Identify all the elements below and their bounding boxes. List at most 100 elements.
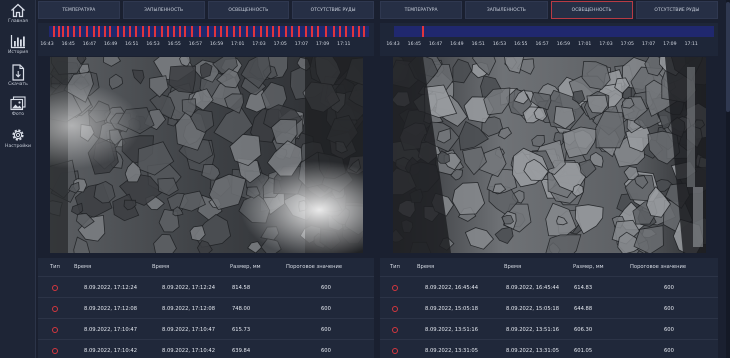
timeline-event-marker[interactable] [93,26,95,37]
timeline-event-marker[interactable] [352,26,354,37]
timeline-event-marker[interactable] [333,26,335,37]
table-row[interactable]: 8.09.2022, 13:31:05 8.09.2022, 13:31:05 60… [380,342,718,358]
table-row[interactable]: 8.09.2022, 17:10:47 8.09.2022, 17:10:47 61… [38,321,374,340]
timeline-event-marker[interactable] [129,26,131,37]
timeline-event-marker[interactable] [199,26,201,37]
col-time-2: Время [152,264,170,270]
timeline-event-marker[interactable] [291,26,293,37]
timeline-event-marker[interactable] [260,26,262,37]
right-tab-bar: Температура Запыленность Освещенность От… [380,1,718,19]
timeline-event-marker[interactable] [339,26,341,37]
threshold-cell: 600 [321,348,331,354]
nav-label-photo: Фото [11,112,25,117]
left-tab-dust[interactable]: Запыленность [122,1,205,19]
timeline-tick-label: 16:45 [61,42,75,47]
scrollbar-thumb[interactable] [726,2,730,112]
timeline-event-marker[interactable] [325,26,327,37]
table-row[interactable]: 8.09.2022, 16:45:44 8.09.2022, 16:45:44 61… [380,279,718,298]
timeline-event-marker[interactable] [173,26,175,37]
timeline-event-marker[interactable] [73,26,75,37]
right-tab-no-ore[interactable]: Отсутствие руды [635,1,718,19]
timeline-event-marker[interactable] [220,26,222,37]
timeline-tick-label: 17:01 [578,42,592,47]
document-download-icon [12,64,25,81]
timeline-event-marker[interactable] [191,26,193,37]
timeline-event-marker[interactable] [109,26,111,37]
timeline-event-marker[interactable] [117,26,119,37]
left-tab-no-ore[interactable]: Отсутствие руды [292,1,374,19]
time-end-cell: 8.09.2022, 17:10:47 [162,327,215,333]
timeline-event-marker[interactable] [311,26,313,37]
right-tab-temperature[interactable]: Температура [380,1,463,19]
timeline-event-marker[interactable] [58,26,60,37]
right-tab-illumination[interactable]: Освещенность [550,1,633,19]
timeline-event-marker[interactable] [53,26,55,37]
timeline-event-marker[interactable] [142,26,144,37]
left-timeline-bar[interactable] [49,26,369,37]
threshold-cell: 600 [321,327,331,333]
timeline-event-marker[interactable] [207,26,209,37]
timeline-event-marker[interactable] [104,26,106,37]
timeline-event-marker[interactable] [298,26,300,37]
timeline-event-marker[interactable] [161,26,163,37]
nav-item-home[interactable]: Главная [0,3,36,24]
left-table-header: Тип Время Время Размер, мм Пороговое зна… [38,258,374,277]
timeline-event-marker[interactable] [226,26,228,37]
timeline-event-marker[interactable] [285,26,287,37]
timeline-event-marker[interactable] [154,26,156,37]
table-row[interactable]: 8.09.2022, 17:12:24 8.09.2022, 17:12:24 81… [38,279,374,298]
timeline-event-marker[interactable] [148,26,150,37]
timeline-event-marker[interactable] [86,26,88,37]
timeline-event-marker[interactable] [123,26,125,37]
col-threshold: Пороговое значение [630,264,687,270]
timeline-tick-label: 16:51 [125,42,139,47]
page-scrollbar[interactable] [726,0,730,358]
timeline-event-marker[interactable] [317,26,319,37]
timeline-event-marker[interactable] [363,26,365,37]
timeline-event-marker[interactable] [179,26,181,37]
left-tab-illumination[interactable]: Освещенность [207,1,290,19]
col-time-1: Время [417,264,435,270]
timeline-event-marker[interactable] [239,26,241,37]
timeline-event-marker[interactable] [246,26,248,37]
nav-item-photo[interactable]: Фото [0,96,36,117]
time-end-cell: 8.09.2022, 13:31:05 [506,348,559,354]
table-row[interactable]: 8.09.2022, 17:10:42 8.09.2022, 17:10:42 63… [38,342,374,358]
timeline-event-marker[interactable] [167,26,169,37]
left-camera-feed [50,57,363,253]
timeline-event-marker[interactable] [253,26,255,37]
table-row[interactable]: 8.09.2022, 13:51:16 8.09.2022, 13:51:16 60… [380,321,718,340]
table-row[interactable]: 8.09.2022, 17:12:08 8.09.2022, 17:12:08 74… [38,300,374,319]
timeline-event-marker[interactable] [345,26,347,37]
timeline-event-marker[interactable] [272,26,274,37]
threshold-cell: 600 [321,285,331,291]
threshold-cell: 600 [664,327,674,333]
time-start-cell: 8.09.2022, 16:45:44 [425,285,478,291]
timeline-event-marker[interactable] [278,26,280,37]
timeline-event-marker[interactable] [62,26,64,37]
timeline-event-marker[interactable] [184,26,186,37]
timeline-event-marker[interactable] [135,26,137,37]
timeline-event-marker[interactable] [214,26,216,37]
left-tab-temperature[interactable]: Температура [38,1,120,19]
left-event-timeline: 16:43 16:45 16:47 16:49 16:51 16:53 16:55 16:57… [38,23,374,56]
timeline-event-marker[interactable] [305,26,307,37]
timeline-event-marker[interactable] [67,26,69,37]
nav-item-download[interactable]: Скачать [0,64,36,87]
right-timeline-bar[interactable] [394,26,714,37]
timeline-event-marker[interactable] [422,26,424,37]
timeline-event-marker[interactable] [233,26,235,37]
timeline-tick-label: 16:59 [209,42,224,47]
table-row[interactable]: 8.09.2022, 15:05:18 8.09.2022, 15:05:18 64… [380,300,718,319]
timeline-tick-label: 17:11 [684,42,698,47]
right-tab-dust[interactable]: Запыленность [465,1,548,19]
nav-item-history[interactable]: История [0,34,36,55]
nav-item-settings[interactable]: Настройки [0,127,36,149]
col-time-1: Время [74,264,92,270]
timeline-tick-label: 17:07 [294,42,309,47]
timeline-event-marker[interactable] [79,26,81,37]
timeline-event-marker[interactable] [98,26,100,37]
left-events-table: Тип Время Время Размер, мм Пороговое зна… [38,258,374,358]
timeline-event-marker[interactable] [266,26,268,37]
timeline-event-marker[interactable] [358,26,360,37]
